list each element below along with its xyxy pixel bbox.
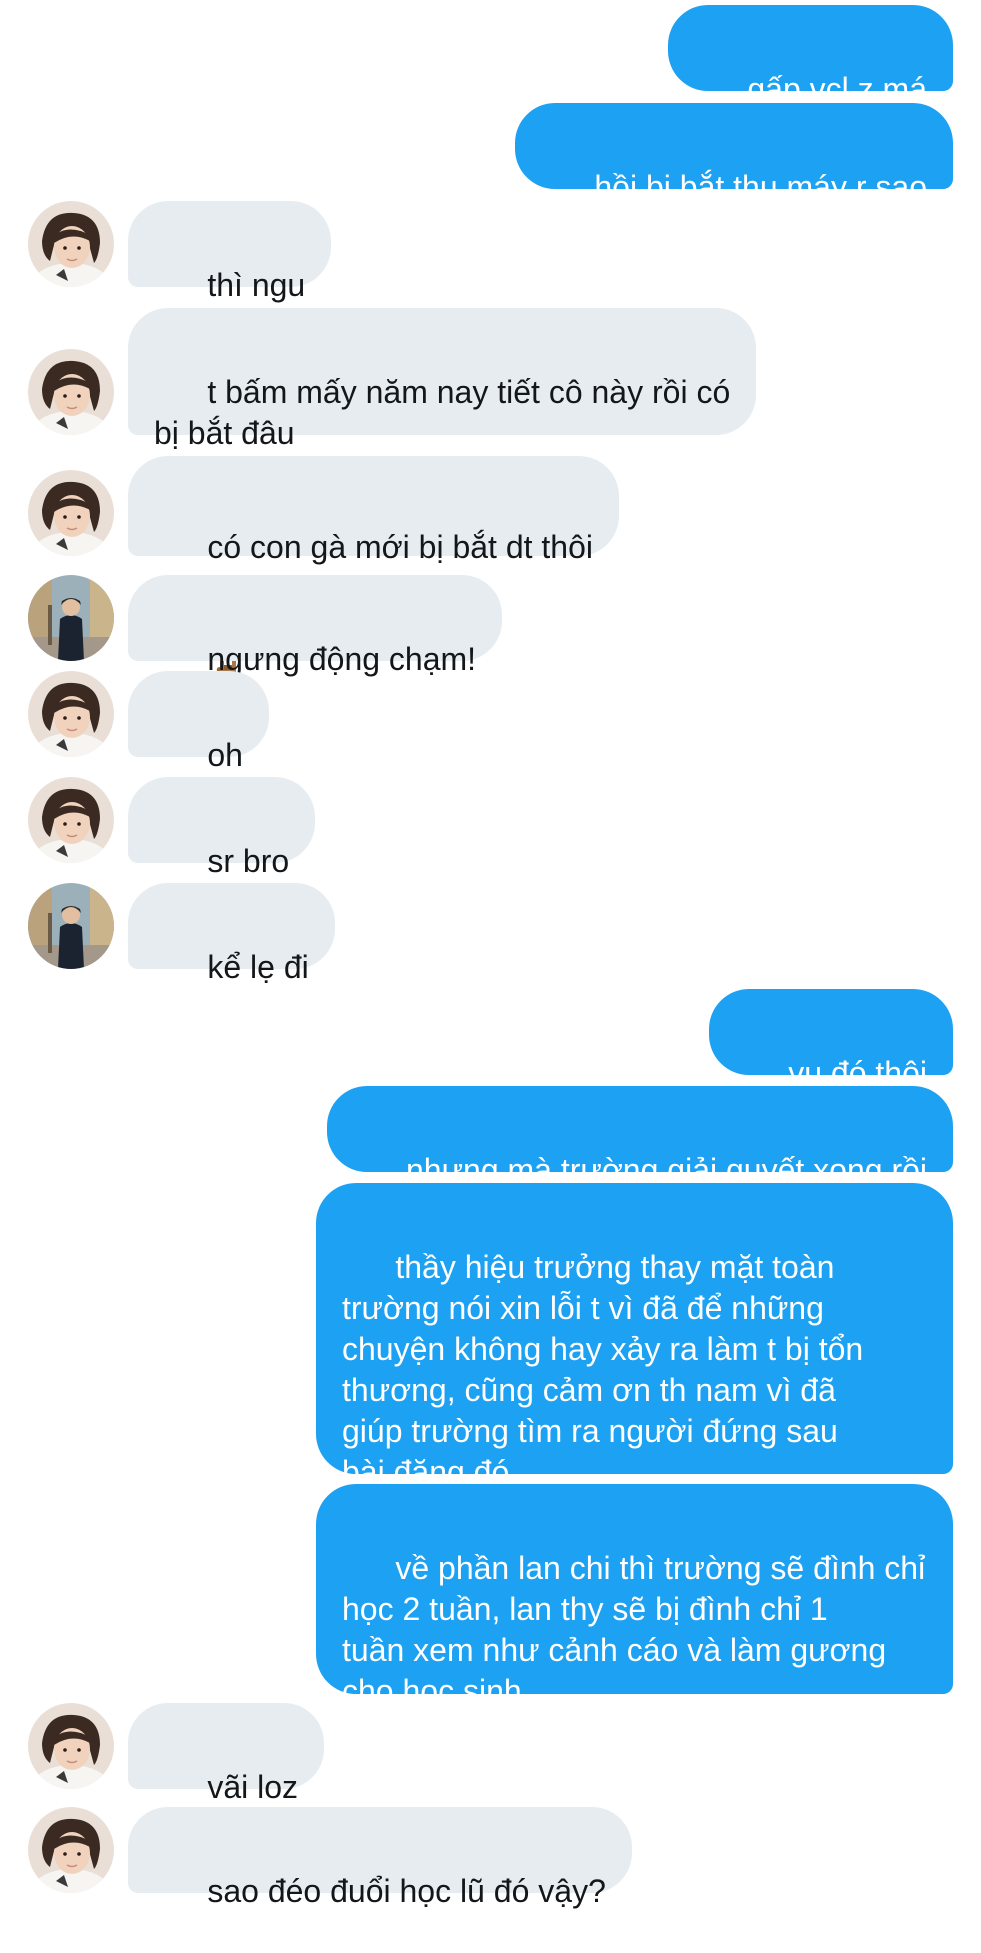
avatar[interactable] bbox=[28, 777, 114, 863]
message-bubble-outgoing[interactable]: vụ đó thôi bbox=[708, 989, 953, 1091]
avatar[interactable] bbox=[28, 470, 114, 556]
message-row: sr bro bbox=[0, 777, 981, 879]
message-bubble-outgoing[interactable]: về phần lan chi thì trường sẽ đình chỉ h… bbox=[316, 1484, 953, 1709]
message-row: oh bbox=[0, 671, 981, 773]
message-bubble-incoming[interactable]: thì ngu bbox=[128, 201, 332, 303]
avatar[interactable] bbox=[28, 575, 114, 661]
avatar[interactable] bbox=[28, 349, 114, 435]
message-text: có con gà mới bị bắt dt thôi bbox=[207, 529, 593, 565]
message-row: sao đéo đuổi học lũ đó vậy? bbox=[0, 1807, 981, 1909]
message-bubble-incoming[interactable]: t bấm mấy năm nay tiết cô này rồi có bị … bbox=[128, 308, 757, 451]
message-row: gấp vcl z má bbox=[0, 5, 981, 107]
avatar[interactable] bbox=[28, 883, 114, 969]
avatar[interactable] bbox=[28, 1703, 114, 1789]
avatar[interactable] bbox=[28, 1807, 114, 1893]
message-bubble-incoming[interactable]: ngưng động chạm! bbox=[128, 575, 503, 677]
message-bubble-incoming[interactable]: kể lẹ đi bbox=[128, 883, 335, 985]
message-bubble-outgoing[interactable]: hồi bị bắt thu máy r sao bbox=[515, 103, 953, 205]
message-bubble-incoming[interactable]: vãi loz bbox=[128, 1703, 325, 1805]
message-text: hồi bị bắt thu máy r sao bbox=[594, 169, 927, 205]
message-row: vãi loz bbox=[0, 1703, 981, 1805]
message-text: thầy hiệu trưởng thay mặt toàn trường nó… bbox=[342, 1249, 864, 1490]
message-text: về phần lan chi thì trường sẽ đình chỉ h… bbox=[342, 1550, 926, 1709]
message-list[interactable]: gấp vcl z má hồi bị bắt thu máy r sao th… bbox=[0, 0, 981, 1920]
message-bubble-incoming[interactable]: sao đéo đuổi học lũ đó vậy? bbox=[128, 1807, 632, 1909]
message-text: gấp vcl z má bbox=[747, 71, 927, 107]
message-bubble-outgoing[interactable]: gấp vcl z má bbox=[668, 5, 953, 107]
avatar[interactable] bbox=[28, 201, 114, 287]
avatar[interactable] bbox=[28, 671, 114, 757]
message-text: vãi loz bbox=[207, 1769, 299, 1805]
message-row: hồi bị bắt thu máy r sao bbox=[0, 103, 981, 205]
message-row: kể lẹ đi bbox=[0, 883, 981, 985]
message-row: vụ đó thôi bbox=[0, 989, 981, 1091]
message-bubble-incoming[interactable]: có con gà mới bị bắt dt thôi bbox=[128, 456, 619, 843]
message-bubble-outgoing[interactable]: thầy hiệu trưởng thay mặt toàn trường nó… bbox=[316, 1183, 953, 1490]
message-text: oh bbox=[207, 737, 243, 773]
message-bubble-incoming[interactable]: sr bro bbox=[128, 777, 316, 879]
message-row: thầy hiệu trưởng thay mặt toàn trường nó… bbox=[0, 1183, 981, 1490]
message-row: ngưng động chạm! bbox=[0, 575, 981, 677]
message-text: kể lẹ đi bbox=[207, 949, 309, 985]
message-row: t bấm mấy năm nay tiết cô này rồi có bị … bbox=[0, 308, 981, 451]
message-row: về phần lan chi thì trường sẽ đình chỉ h… bbox=[0, 1484, 981, 1709]
message-row: có con gà mới bị bắt dt thôi bbox=[0, 456, 981, 843]
message-text: sr bro bbox=[207, 843, 290, 879]
message-bubble-outgoing[interactable]: nhưng mà trường giải quyết xong rồi bbox=[326, 1086, 953, 1188]
message-text: thì ngu bbox=[207, 267, 306, 303]
message-text: t bấm mấy năm nay tiết cô này rồi có bị … bbox=[154, 374, 731, 451]
message-text: sao đéo đuổi học lũ đó vậy? bbox=[207, 1873, 606, 1909]
message-row: nhưng mà trường giải quyết xong rồi bbox=[0, 1086, 981, 1188]
message-bubble-incoming[interactable]: oh bbox=[128, 671, 269, 773]
message-row: thì ngu bbox=[0, 201, 981, 303]
